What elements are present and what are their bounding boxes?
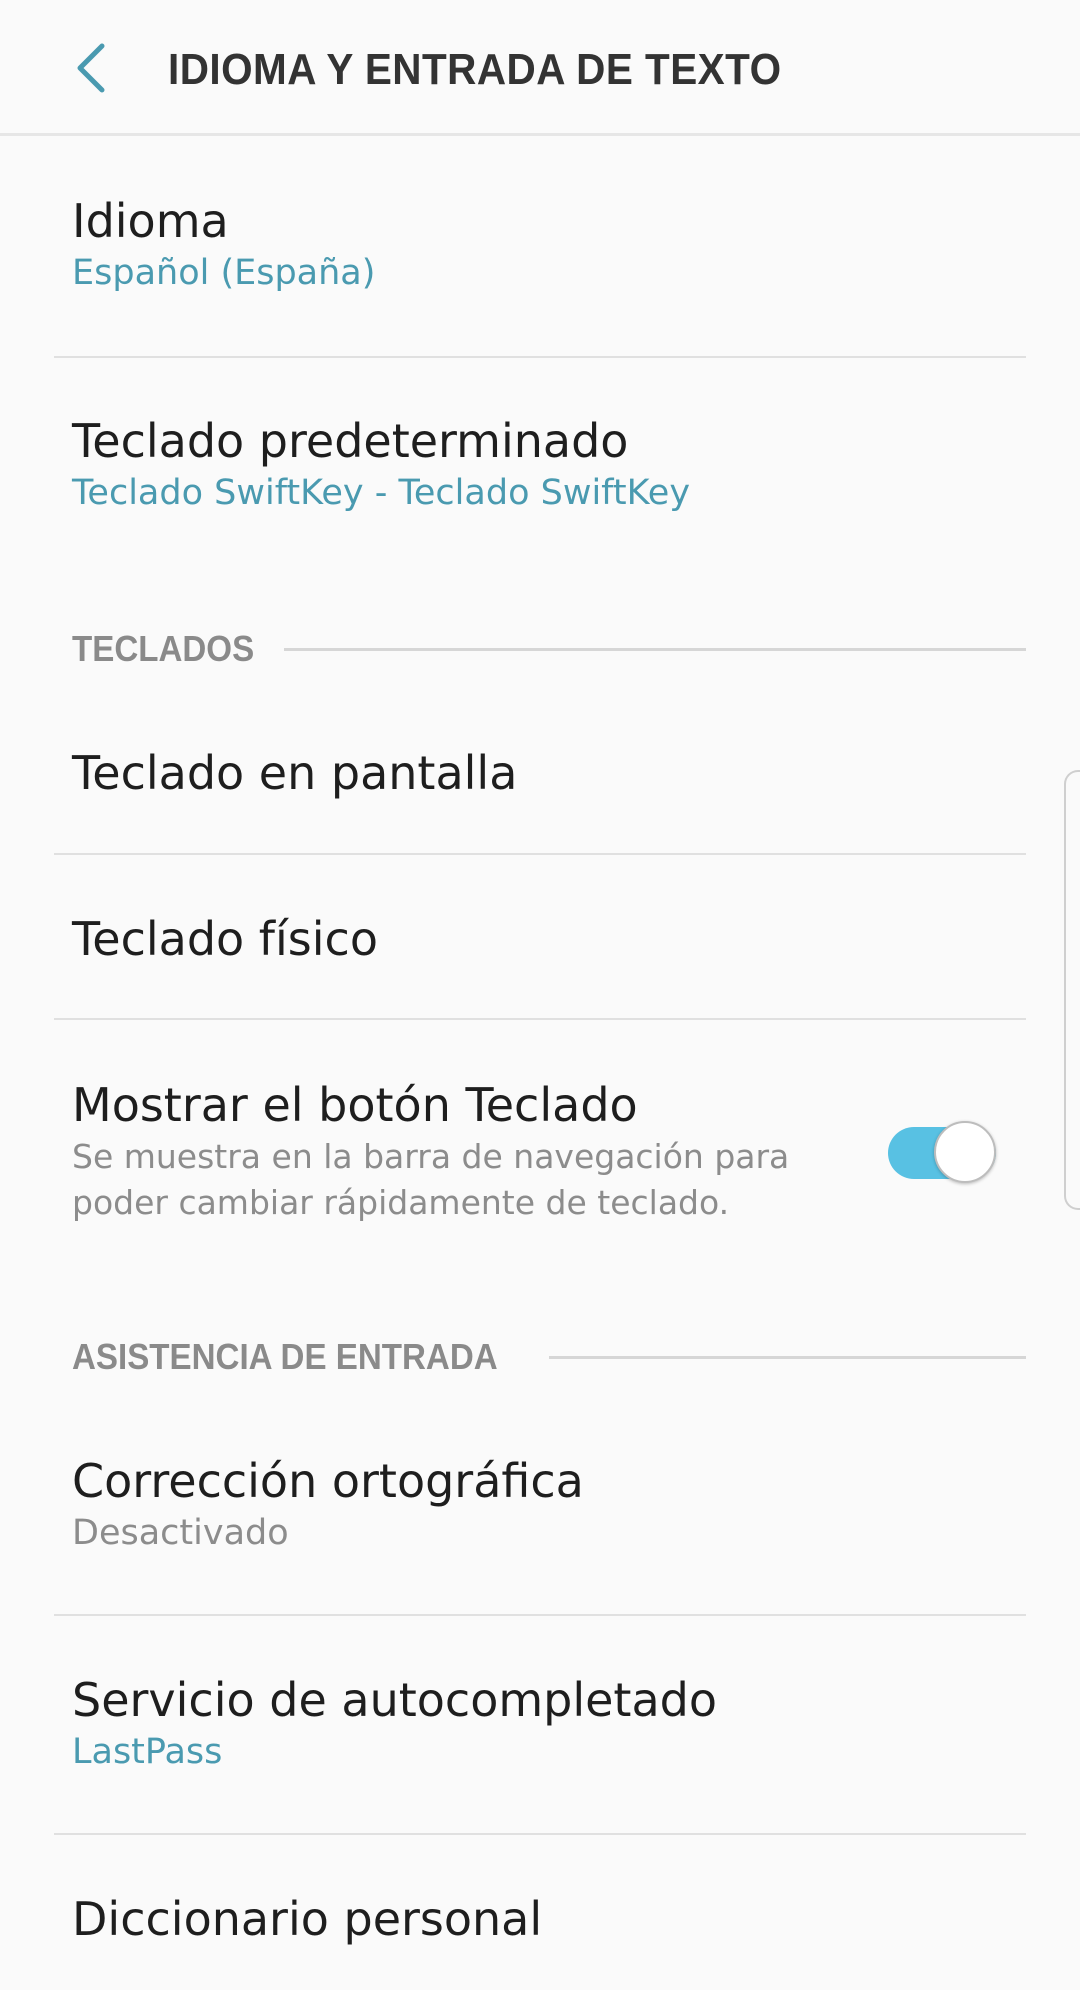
default-keyboard-title: Teclado predeterminado xyxy=(72,414,629,468)
language-setting[interactable]: Idioma Español (España) xyxy=(54,192,1026,296)
physical-keyboard-setting[interactable]: Teclado físico xyxy=(54,910,1026,968)
section-label-input-assistance: ASISTENCIA DE ENTRADA xyxy=(72,1336,498,1377)
section-label-keyboards: TECLADOS xyxy=(72,628,255,669)
physical-keyboard-title: Teclado físico xyxy=(72,912,378,966)
divider xyxy=(54,853,1026,855)
default-keyboard-value: Teclado SwiftKey - Teclado SwiftKey xyxy=(72,473,691,513)
section-divider xyxy=(548,1355,1026,1359)
spell-check-title: Corrección ortográfica xyxy=(72,1454,584,1508)
divider xyxy=(54,356,1026,358)
spell-check-setting[interactable]: Corrección ortográfica Desactivado xyxy=(54,1452,1026,1556)
autofill-service-title: Servicio de autocompletado xyxy=(72,1673,717,1727)
divider xyxy=(54,1614,1026,1616)
show-keyboard-button-description: Se muestra en la barra de navegación par… xyxy=(72,1137,790,1222)
autofill-service-value: LastPass xyxy=(72,1732,223,1772)
autofill-service-setting[interactable]: Servicio de autocompletado LastPass xyxy=(54,1671,1026,1775)
show-keyboard-button-toggle[interactable] xyxy=(888,1121,1000,1185)
section-divider xyxy=(284,647,1026,651)
personal-dictionary-title: Diccionario personal xyxy=(72,1892,543,1946)
edge-scroll-indicator[interactable] xyxy=(1064,770,1080,1210)
show-keyboard-button-title: Mostrar el botón Teclado xyxy=(72,1078,638,1132)
page-title: IDIOMA Y ENTRADA DE TEXTO xyxy=(168,45,782,94)
app-header: IDIOMA Y ENTRADA DE TEXTO xyxy=(0,0,1080,136)
chevron-left-icon xyxy=(77,43,105,93)
spell-check-value: Desactivado xyxy=(72,1513,289,1553)
back-button[interactable] xyxy=(50,28,130,108)
section-header-keyboards: TECLADOS xyxy=(72,624,1026,674)
language-title: Idioma xyxy=(72,194,229,248)
show-keyboard-button-setting[interactable]: Mostrar el botón Teclado Se muestra en l… xyxy=(54,1076,1026,1226)
divider xyxy=(54,1018,1026,1020)
section-header-input-assistance: ASISTENCIA DE ENTRADA xyxy=(72,1332,1026,1382)
on-screen-keyboard-setting[interactable]: Teclado en pantalla xyxy=(54,744,1026,802)
on-screen-keyboard-title: Teclado en pantalla xyxy=(72,746,518,800)
toggle-thumb xyxy=(934,1121,996,1183)
language-value: Español (España) xyxy=(72,253,376,293)
personal-dictionary-setting[interactable]: Diccionario personal xyxy=(54,1890,1026,1948)
default-keyboard-setting[interactable]: Teclado predeterminado Teclado SwiftKey … xyxy=(54,412,1026,516)
divider xyxy=(54,1833,1026,1835)
